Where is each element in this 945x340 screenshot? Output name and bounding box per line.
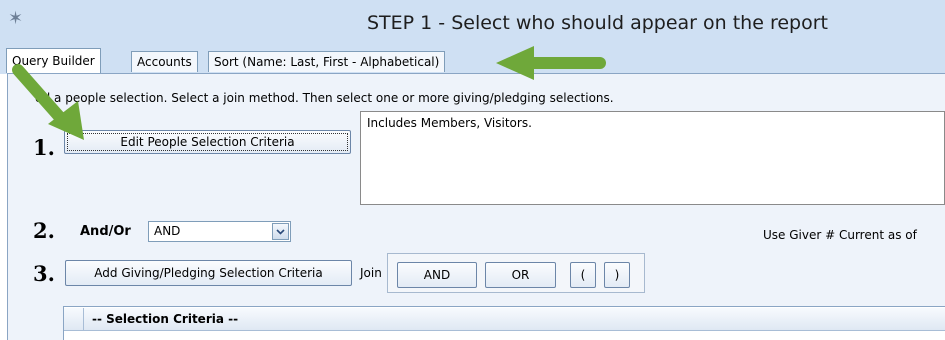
- green-arrow-to-sort-tab: [496, 46, 606, 80]
- green-arrow-to-edit-button: [12, 64, 84, 140]
- green-arrow-annotation: [12, 46, 606, 140]
